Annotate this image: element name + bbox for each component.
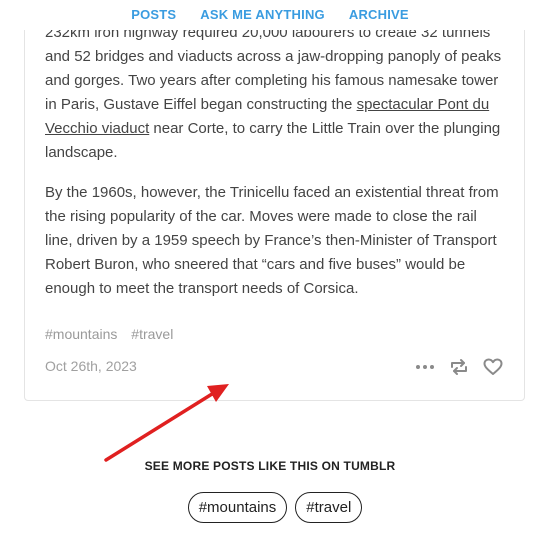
post-paragraph-2: By the 1960s, however, the Trinicellu fa… — [45, 184, 499, 297]
post-paragraph-1: 232km iron highway required 20,000 labou… — [45, 21, 505, 165]
more-icon[interactable] — [414, 356, 436, 378]
pill-mountains[interactable]: #mountains — [187, 492, 288, 523]
see-more-heading: SEE MORE POSTS LIKE THIS ON TUMBLR — [144, 459, 396, 473]
nav-ask-me-anything[interactable]: ASK ME ANYTHING — [200, 7, 325, 22]
post-actions — [414, 356, 504, 378]
nav-archive[interactable]: ARCHIVE — [349, 7, 409, 22]
post-tags: #mountains #travel — [45, 326, 183, 342]
pill-travel[interactable]: #travel — [295, 492, 363, 523]
post-date[interactable]: Oct 26th, 2023 — [45, 358, 137, 374]
post-body: 232km iron highway required 20,000 labou… — [45, 21, 505, 317]
reblog-icon[interactable] — [448, 356, 470, 378]
page: 232km iron highway required 20,000 labou… — [0, 0, 540, 541]
top-nav: POSTS ASK ME ANYTHING ARCHIVE — [0, 0, 540, 30]
nav-posts[interactable]: POSTS — [131, 7, 176, 22]
tag-mountains[interactable]: #mountains — [45, 326, 117, 342]
arrow-shaft — [104, 392, 214, 462]
tag-pills: #mountains #travel — [0, 492, 540, 523]
tag-travel[interactable]: #travel — [131, 326, 173, 342]
heart-icon[interactable] — [482, 356, 504, 378]
